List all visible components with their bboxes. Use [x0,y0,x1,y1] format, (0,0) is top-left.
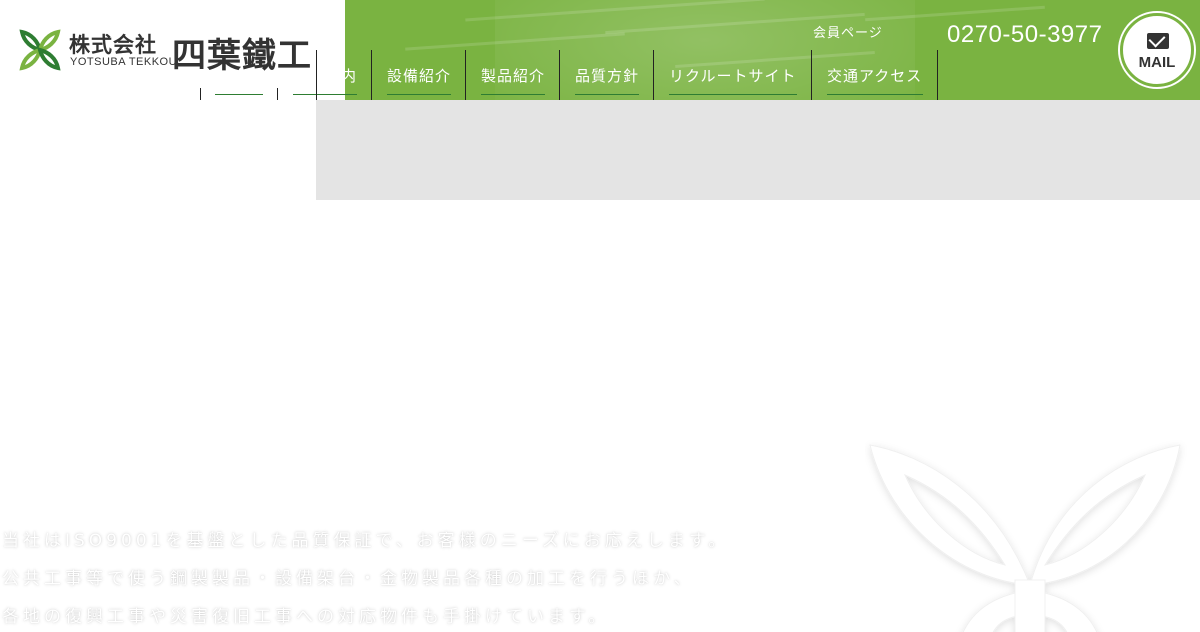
nav-underline [215,94,263,95]
logo-company-type: 株式会社 [69,33,157,57]
image-placeholder [316,100,1200,200]
nav-separator [937,50,938,100]
phone-number[interactable]: 0270-50-3977 [947,21,1102,49]
nav-item-equipment[interactable]: 設備紹介 [371,50,466,100]
nav-item-quality-policy[interactable]: 品質方針 [559,50,654,100]
hero-text-line: 公共工事等で使う鋼製製品・設備架台・金物製品各種の加工を行うほか、 [2,569,695,589]
nav-label: 設備紹介 [387,67,452,85]
nav-label: 製品紹介 [481,67,546,85]
logo-company-name: 四葉鐵工 [172,36,312,76]
clover-watermark-icon [869,444,1181,632]
clover-logo-icon [19,29,61,71]
mail-button[interactable]: MAIL [1120,13,1194,87]
nav-item-access[interactable]: 交通アクセス [811,50,938,100]
envelope-icon [1147,33,1169,49]
hero-text-line: 当社はISO9001を基盤とした品質保証で、お客様のニーズにお応えします。 [2,531,730,551]
mail-label: MAIL [1138,54,1176,71]
page: 株式会社 YOTSUBA TEKKOU 四葉鐵工 会員ページ 0270-50-3… [0,0,1200,632]
logo-english-name: YOTSUBA TEKKOU [70,56,178,68]
hero-text-line: 各地の復興工事や災害復旧工事への対応物件も手掛けています。 [2,607,610,627]
nav-item-recruit-site[interactable]: リクルートサイト [653,50,812,100]
logo[interactable]: 株式会社 YOTSUBA TEKKOU 四葉鐵工 [0,0,345,100]
nav-label: 交通アクセス [827,67,923,85]
member-page-link[interactable]: 会員ページ [813,22,883,41]
nav-separator [200,88,201,100]
nav-label: 品質方針 [575,67,640,85]
nav-label: リクルートサイト [669,67,797,85]
nav-label: 内 [341,67,358,85]
nav-item-products[interactable]: 製品紹介 [465,50,560,100]
nav-separator [277,88,278,100]
nav-item-company[interactable]: 内 [316,50,372,100]
